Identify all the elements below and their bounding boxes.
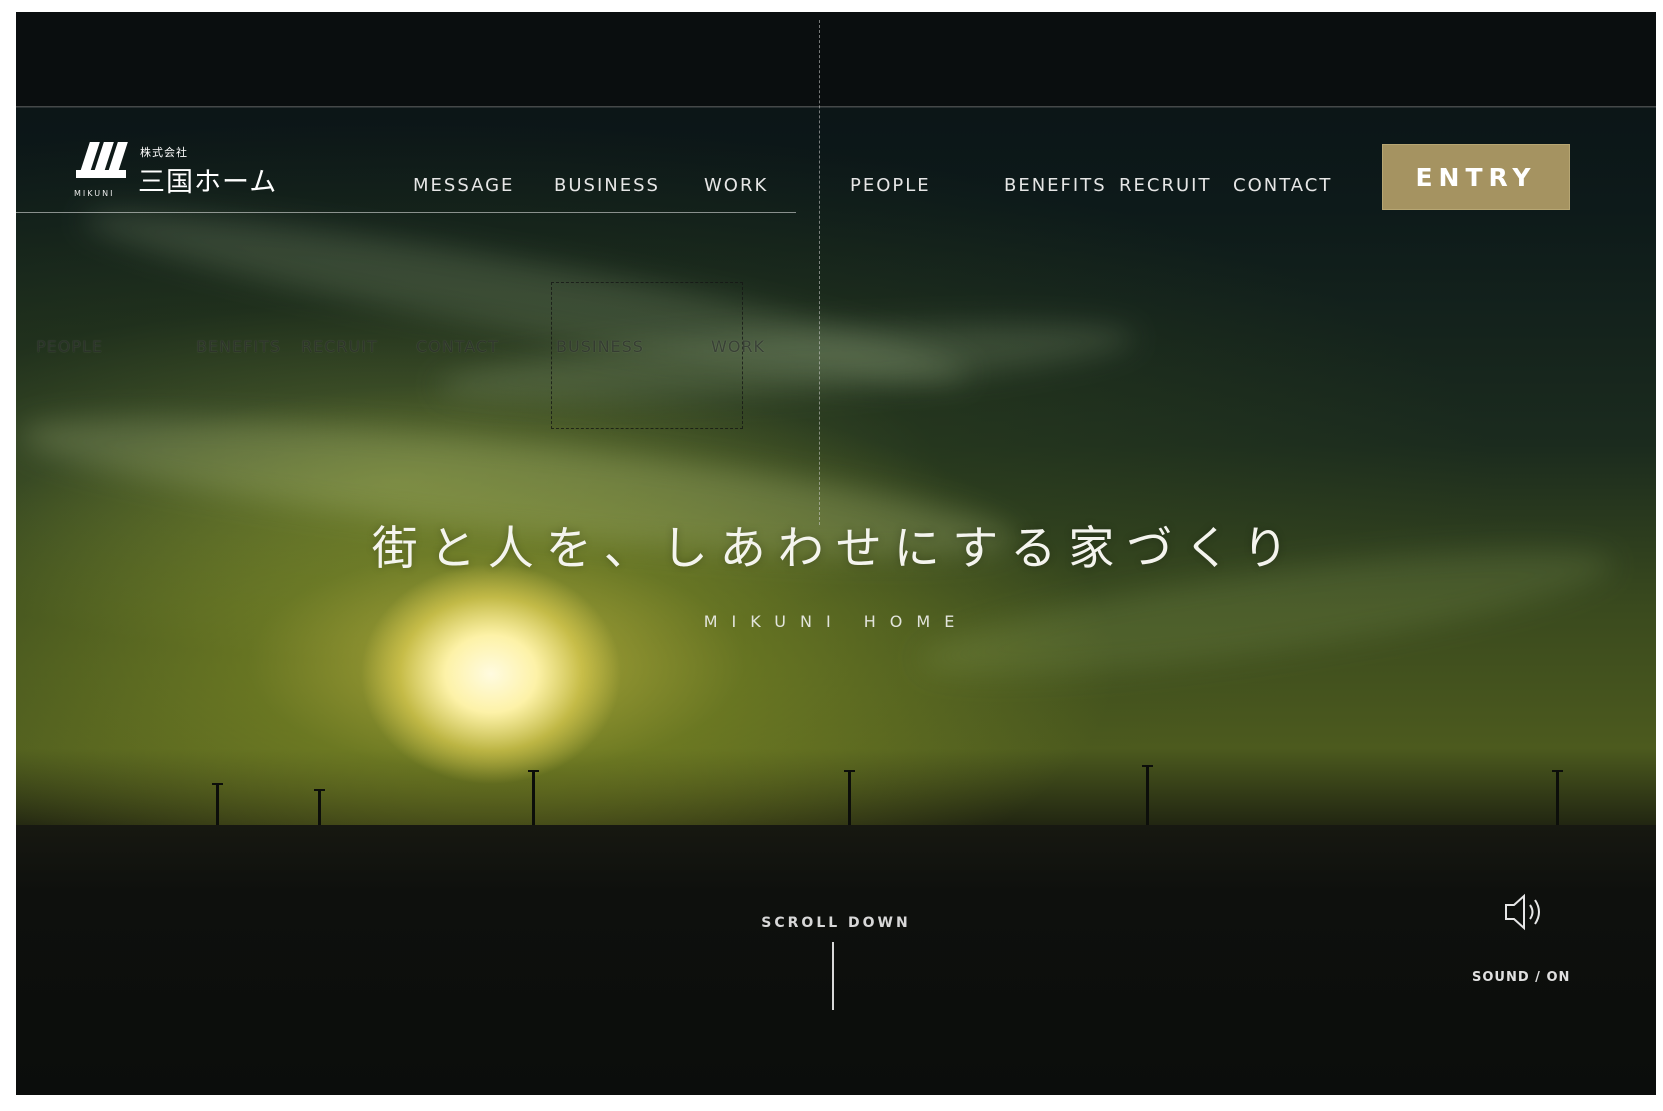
scroll-down-label[interactable]: SCROLL DOWN [16,915,1656,931]
nav-item-contact[interactable]: CONTACT [1233,175,1332,196]
pylon-silhouette [1142,765,1153,825]
top-band [16,12,1656,108]
nav-item-message[interactable]: MESSAGE [413,175,514,196]
guide-line [16,106,1656,107]
sound-toggle-label[interactable]: SOUND / ON [1472,970,1570,985]
page-frame: PEOPLE BENEFITS RECRUIT CONTACT BUSINESS… [16,12,1656,1095]
nav-item-people[interactable]: PEOPLE [850,175,931,196]
pylon-silhouette [212,783,223,825]
pylon-silhouette [528,770,539,825]
logo-kaisha: 株式会社 [140,146,188,159]
guide-line [16,212,796,213]
ghost-text: BENEFITS [196,337,282,356]
ghost-text: CONTACT [416,337,499,356]
guide-line [819,20,820,525]
company-logo[interactable]: MIKUNI 株式会社 三国ホーム [74,142,276,202]
nav-item-work[interactable]: WORK [704,175,768,196]
nav-item-business[interactable]: BUSINESS [554,175,660,196]
nav-item-benefits[interactable]: BENEFITS [1004,175,1107,196]
hero-subtitle: MIKUNI HOME [703,612,969,631]
ghost-text: WORK [711,337,766,356]
hero-tagline: 街と人を、しあわせにする家づくり [371,521,1301,575]
pylon-silhouette [314,789,325,825]
ghost-text: BUSINESS [556,337,644,356]
entry-button[interactable]: ENTRY [1382,144,1570,210]
ghost-text: RECRUIT [301,337,378,356]
logo-name: 三国ホーム [138,167,278,198]
scroll-down-line [832,942,834,1010]
nav-item-recruit[interactable]: RECRUIT [1119,175,1211,196]
speaker-icon[interactable] [1500,890,1548,934]
horizon-ground [16,825,1656,1095]
ghost-text: PEOPLE [36,337,104,356]
logo-roman: MIKUNI [74,189,115,198]
pylon-silhouette [844,770,855,825]
logo-mark-icon [74,142,129,187]
pylon-silhouette [1552,770,1563,825]
